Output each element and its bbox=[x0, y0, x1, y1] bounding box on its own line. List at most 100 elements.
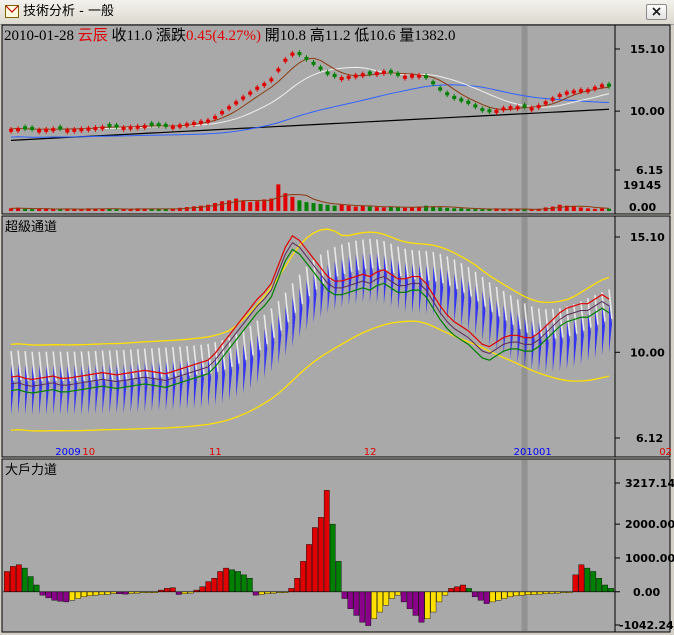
force-bar bbox=[57, 591, 64, 602]
high-value: 11.2 bbox=[324, 28, 351, 44]
price-candle bbox=[156, 123, 161, 127]
volume-bar bbox=[466, 208, 471, 211]
volume-bar bbox=[360, 206, 365, 211]
price-candle bbox=[205, 119, 210, 123]
force-bar bbox=[507, 591, 514, 598]
price-candle bbox=[191, 122, 196, 126]
volume-bar bbox=[107, 209, 112, 211]
price-candle bbox=[297, 52, 302, 56]
force-bar bbox=[15, 564, 22, 592]
change-label: 漲跌 bbox=[155, 28, 186, 44]
force-bar bbox=[483, 591, 490, 604]
price-candle bbox=[184, 123, 189, 127]
force-bar bbox=[246, 578, 253, 592]
force-bar bbox=[329, 523, 336, 592]
force-bar bbox=[466, 588, 472, 592]
price-candle bbox=[599, 84, 604, 88]
volume-bar bbox=[297, 200, 302, 211]
force-bar bbox=[377, 591, 383, 613]
price-candle bbox=[564, 91, 569, 95]
price-candle bbox=[473, 104, 478, 108]
force-bar bbox=[542, 591, 549, 594]
price-candle bbox=[332, 73, 337, 78]
price-candle bbox=[290, 52, 295, 56]
price-candle bbox=[142, 125, 147, 129]
force-bar bbox=[430, 591, 437, 613]
price-candle bbox=[255, 86, 260, 90]
price-candle bbox=[529, 107, 534, 111]
force-bar bbox=[75, 591, 81, 599]
force-bar bbox=[394, 591, 401, 596]
price-candle bbox=[79, 128, 84, 132]
force-bar bbox=[164, 588, 170, 592]
price-candle bbox=[466, 100, 471, 104]
low-value: 10.6 bbox=[369, 28, 396, 44]
channel-tick-label: 15.10 bbox=[630, 231, 665, 244]
price-candle bbox=[37, 129, 42, 133]
force-bar bbox=[264, 591, 271, 594]
price-candle bbox=[410, 74, 415, 78]
price-candle bbox=[445, 92, 450, 96]
quote-date: 2010-01-28 bbox=[4, 28, 74, 44]
price-candle bbox=[318, 66, 323, 70]
volume-bar bbox=[452, 208, 457, 211]
volume-bar bbox=[445, 207, 450, 211]
volume-bar bbox=[571, 206, 576, 211]
price-candle bbox=[487, 109, 492, 113]
price-candle bbox=[65, 129, 70, 133]
force-bar bbox=[4, 571, 10, 592]
price-candle bbox=[248, 91, 253, 95]
volume-bar bbox=[325, 204, 330, 211]
force-bar bbox=[312, 527, 318, 592]
date-axis-label: 12 bbox=[364, 447, 377, 458]
force-bar bbox=[217, 571, 224, 592]
price-candle bbox=[353, 74, 358, 78]
price-candle bbox=[459, 98, 464, 102]
force-bar bbox=[454, 586, 460, 592]
date-axis-label: 10 bbox=[82, 447, 95, 458]
force-bar bbox=[477, 591, 484, 601]
force-bar bbox=[590, 571, 597, 592]
price-candle bbox=[93, 126, 98, 130]
price-candle bbox=[234, 101, 239, 105]
force-bar bbox=[400, 591, 407, 603]
price-candle bbox=[23, 126, 28, 130]
force-bar bbox=[294, 578, 301, 592]
chart-area[interactable]: 15.10 10.00 6.15 19145 0.00 15.10 10.00 6.12 200… bbox=[0, 0, 674, 635]
force-bar bbox=[359, 591, 366, 623]
volume-bar bbox=[262, 199, 267, 211]
force-bar bbox=[258, 591, 265, 595]
panel-frame-3 bbox=[1, 458, 671, 633]
force-bar bbox=[501, 591, 508, 599]
force-bar bbox=[39, 591, 46, 596]
volume-bar bbox=[578, 207, 583, 211]
force-bar bbox=[21, 567, 28, 592]
price-candle bbox=[550, 97, 555, 101]
volume-bar bbox=[459, 208, 464, 211]
force-bar bbox=[10, 566, 16, 592]
force-bar bbox=[608, 588, 614, 592]
close-label: 收 bbox=[111, 28, 127, 44]
force-bar bbox=[69, 591, 76, 601]
volume-bar bbox=[213, 203, 218, 211]
price-tick-label: 6.15 bbox=[636, 164, 663, 177]
force-bar bbox=[537, 591, 543, 595]
price-candle bbox=[269, 78, 274, 82]
volume-bar bbox=[311, 203, 316, 211]
force-tick-label: 0.00 bbox=[633, 586, 660, 599]
volume-bar bbox=[114, 209, 119, 211]
volume-bar bbox=[72, 209, 77, 211]
force-bar bbox=[389, 591, 395, 599]
price-candle bbox=[536, 105, 541, 109]
price-candle bbox=[135, 125, 140, 129]
volume-tick-label: 0.00 bbox=[629, 201, 656, 214]
force-bar bbox=[92, 591, 99, 596]
volume-bar bbox=[367, 206, 372, 211]
volume-bar bbox=[121, 209, 126, 211]
force-bar bbox=[578, 564, 585, 592]
force-bar bbox=[365, 591, 372, 626]
volume-bar bbox=[402, 207, 407, 211]
force-bar bbox=[229, 569, 235, 592]
force-bar bbox=[81, 591, 87, 598]
price-candle bbox=[578, 89, 583, 93]
